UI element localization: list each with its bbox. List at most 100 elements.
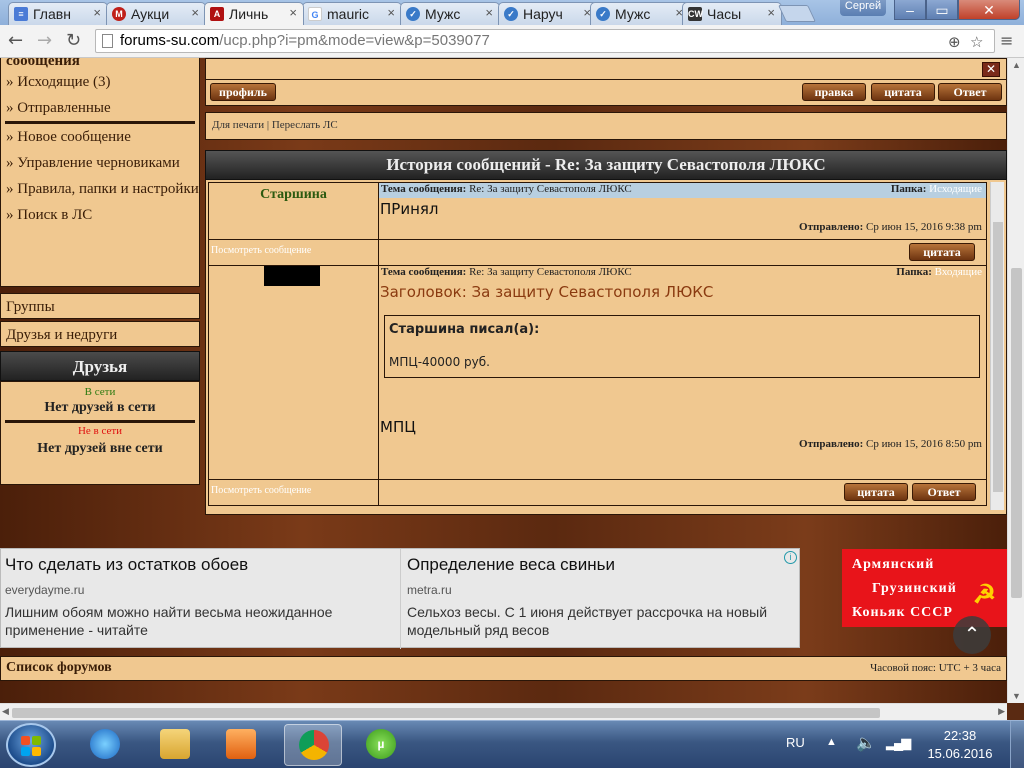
- browser-tab[interactable]: Gmauric ×: [302, 2, 402, 25]
- divider: [5, 420, 195, 423]
- new-tab-button[interactable]: [778, 5, 816, 22]
- utorrent-taskbar-icon[interactable]: µ: [352, 724, 410, 766]
- sidebar-item-drafts[interactable]: » Управление черновиками: [1, 150, 199, 176]
- online-status: Нет друзей в сети: [44, 400, 156, 415]
- tray-expand-icon[interactable]: ▲: [826, 736, 837, 748]
- close-icon[interactable]: ✕: [982, 62, 1000, 77]
- quote-button[interactable]: цитата: [844, 483, 908, 501]
- sidebar-item-rules[interactable]: » Правила, папки и настройки: [1, 176, 199, 202]
- bookmark-star-icon[interactable]: ☆: [970, 33, 983, 51]
- maximize-button[interactable]: ▭: [926, 0, 958, 20]
- table-row: Старшина Тема сообщения: Re: За защиту С…: [208, 182, 987, 240]
- actions-cell: цитата Ответ: [378, 479, 987, 506]
- minimize-button[interactable]: –: [894, 0, 926, 20]
- edit-button[interactable]: правка: [802, 83, 866, 101]
- page-horizontal-scrollbar[interactable]: ◀ ▶: [0, 703, 1007, 720]
- chrome-icon: [299, 730, 329, 760]
- page-vertical-scrollbar[interactable]: ▲ ▼: [1007, 58, 1024, 703]
- quote-author: Старшина писал(а):: [389, 322, 540, 337]
- browser-tab[interactable]: M Аукци ×: [106, 2, 206, 25]
- show-desktop-button[interactable]: [1010, 721, 1024, 768]
- sidebar-item-friends-foes[interactable]: Друзья и недруги: [0, 321, 200, 347]
- browser-tab[interactable]: ✓ Мужс ×: [400, 2, 500, 25]
- browser-tab-strip: ≡ Главн × M Аукци × A Личнь × Gmauric × ✓ Мужс × …: [0, 0, 1024, 25]
- forward-link[interactable]: Переслать ЛС: [272, 119, 338, 131]
- online-label: В сети: [84, 386, 116, 398]
- view-message-link[interactable]: Посмотреть сообщение: [209, 480, 378, 496]
- print-link[interactable]: Для печати: [212, 119, 264, 131]
- close-icon[interactable]: ×: [767, 5, 775, 20]
- actions-cell: цитата: [378, 239, 987, 266]
- close-icon[interactable]: ×: [93, 5, 101, 20]
- address-bar[interactable]: forums-su.com/ucp.php?i=pm&mode=view&p=5…: [95, 29, 995, 53]
- browser-tab-active[interactable]: A Личнь ×: [204, 2, 304, 25]
- close-icon[interactable]: ×: [485, 5, 493, 20]
- browser-tab[interactable]: ✓ Мужс ×: [590, 2, 690, 25]
- quote-text: МПЦ-40000 руб.: [389, 355, 490, 369]
- sidebar-item-outbox[interactable]: » Исходящие (3): [1, 69, 199, 95]
- language-indicator[interactable]: RU: [786, 735, 805, 750]
- profile-button[interactable]: профиль: [210, 83, 276, 101]
- forward-icon[interactable]: →: [37, 30, 52, 51]
- history-scrollbar[interactable]: [990, 182, 1004, 510]
- quote-block: Старшина писал(а): МПЦ-40000 руб.: [384, 315, 980, 378]
- utorrent-icon: µ: [366, 729, 396, 759]
- browser-tab[interactable]: ✓ Наруч ×: [498, 2, 598, 25]
- scroll-to-top-button[interactable]: ⌃: [953, 616, 991, 654]
- back-icon[interactable]: ←: [8, 30, 23, 51]
- profile-chip[interactable]: Сергей: [840, 0, 886, 16]
- view-message-link[interactable]: Посмотреть сообщение: [209, 240, 378, 256]
- banner-ad[interactable]: Армянский Грузинский Коньяк СССР ☭: [842, 549, 1007, 627]
- volume-icon[interactable]: 🔈: [856, 733, 876, 753]
- ie-taskbar-icon[interactable]: [76, 724, 134, 766]
- network-icon[interactable]: ▂▄▆: [886, 735, 911, 751]
- quote-button[interactable]: цитата: [871, 83, 935, 101]
- ad-info-icon[interactable]: i: [784, 551, 797, 564]
- message-author[interactable]: Старшина: [208, 182, 379, 240]
- zoom-icon[interactable]: ⊕: [948, 33, 961, 51]
- start-button[interactable]: [6, 723, 56, 767]
- sidebar-item-groups[interactable]: Группы: [0, 293, 200, 319]
- sidebar-item-search[interactable]: » Поиск в ЛС: [1, 202, 199, 228]
- window-close-button[interactable]: ✕: [958, 0, 1020, 20]
- google-icon: G: [308, 7, 322, 21]
- sidebar-item-sent[interactable]: » Отправленные: [1, 95, 199, 121]
- browser-toolbar: ← → ↻ forums-su.com/ucp.php?i=pm&mode=vi…: [0, 25, 1024, 58]
- timezone-label: Часовой пояс: UTC + 3 часа: [870, 662, 1001, 674]
- close-icon[interactable]: ×: [387, 5, 395, 20]
- ad-item[interactable]: Определение веса свиньи metra.ru Сельхоз…: [403, 549, 803, 649]
- ad-item[interactable]: Что сделать из остатков обоев everydayme…: [1, 549, 401, 649]
- reply-button[interactable]: Ответ: [912, 483, 976, 501]
- browser-tab[interactable]: ≡ Главн ×: [8, 2, 108, 25]
- message-body: ПРинял: [380, 200, 439, 218]
- sidebar-item-new-message[interactable]: » Новое сообщение: [1, 124, 199, 150]
- offline-label: Не в сети: [77, 425, 123, 437]
- folder-icon: [160, 729, 190, 759]
- chrome-taskbar-icon[interactable]: [284, 724, 342, 766]
- sidebar-item-messages[interactable]: сообщения: [1, 58, 199, 69]
- system-clock[interactable]: 22:38 15.06.2016: [920, 727, 1000, 763]
- browser-tab[interactable]: CW Часы ×: [682, 2, 782, 25]
- message-meta: Тема сообщения: Re: За защиту Севастопол…: [381, 266, 982, 278]
- browser-menu-icon[interactable]: ≡: [1000, 31, 1013, 50]
- hammer-sickle-icon: ☭: [972, 580, 997, 609]
- offline-status: Нет друзей вне сети: [37, 441, 163, 456]
- close-icon[interactable]: ×: [191, 5, 199, 20]
- close-icon[interactable]: ×: [289, 5, 297, 20]
- forum-index-link[interactable]: Список форумов: [6, 660, 112, 676]
- view-cell: Посмотреть сообщение: [208, 479, 379, 506]
- pm-menu: сообщения » Исходящие (3) » Отправленные…: [0, 58, 200, 287]
- message-header-row: ✕: [205, 58, 1007, 80]
- media-taskbar-icon[interactable]: [212, 724, 270, 766]
- avatar: [264, 266, 320, 286]
- windows-taskbar: µ RU ▲ 🔈 ▂▄▆ 22:38 15.06.2016: [0, 720, 1024, 768]
- media-player-icon: [226, 729, 256, 759]
- explorer-taskbar-icon[interactable]: [146, 724, 204, 766]
- page-viewport: сообщения » Исходящие (3) » Отправленные…: [0, 58, 1007, 703]
- forum-footer: Список форумов Часовой пояс: UTC + 3 час…: [0, 656, 1007, 681]
- message-actions: профиль правка цитата Ответ: [205, 80, 1007, 106]
- reply-button[interactable]: Ответ: [938, 83, 1002, 101]
- reload-icon[interactable]: ↻: [66, 30, 81, 51]
- quote-button[interactable]: цитата: [909, 243, 975, 261]
- message-heading: Заголовок: За защиту Севастополя ЛЮКС: [380, 283, 714, 301]
